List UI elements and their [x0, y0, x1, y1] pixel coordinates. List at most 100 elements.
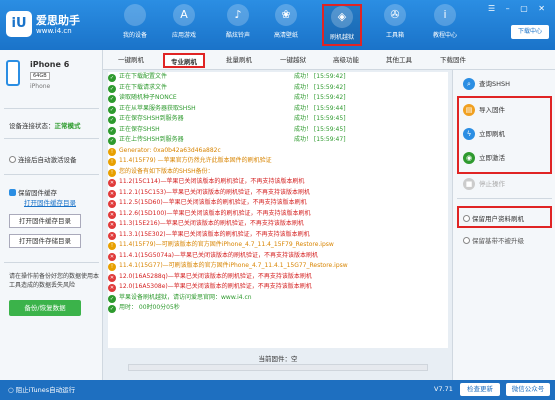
- nav-apple[interactable]: 我的设备: [115, 4, 155, 46]
- box-icon: ◈: [331, 6, 353, 28]
- log-text: 用时： 00时00分05秒: [119, 304, 180, 311]
- error-icon: ✕: [108, 252, 116, 261]
- anti-downgrade-label: 保留基带不被升级: [472, 237, 524, 245]
- download-center-button[interactable]: 下载中心: [511, 25, 549, 39]
- nav-box[interactable]: ◈ 刷机越狱: [322, 4, 362, 46]
- log-row: ✕ 11.2.6(15D100)—苹果已关闭该版本的刷机验证，不再支持该版本刷机: [108, 209, 448, 220]
- nav-label: 教程中心: [432, 32, 457, 39]
- connection-status: 设备连接状态：正常模式: [9, 120, 81, 130]
- logo-url: www.i4.cn: [36, 27, 72, 35]
- warning-icon: !: [108, 168, 116, 177]
- nav-flower[interactable]: ❀ 高清壁纸: [266, 4, 306, 46]
- log-text: 正在上传SHSH到服务器: [119, 136, 184, 143]
- activate-now-label: 立即激活: [479, 154, 505, 162]
- divider: [4, 138, 99, 139]
- status-value: 正常模式: [54, 122, 81, 130]
- keep-firmware-label: 保留固件缓存: [18, 189, 57, 197]
- checkbox-icon: [9, 189, 16, 196]
- log-row: ✕ 12.0(16A5288q)—苹果已关闭该版本的刷机验证，不再支持该版本刷机: [108, 272, 448, 283]
- window-controls[interactable]: ☰ – ▢ ✕: [488, 4, 549, 13]
- warning-icon: !: [108, 147, 116, 156]
- error-icon: ✕: [108, 179, 116, 187]
- wechat-button[interactable]: 微信公众号: [506, 383, 550, 396]
- log-text: 正在保存SHSH: [119, 125, 160, 133]
- tab-2[interactable]: 批量刷机: [219, 53, 259, 68]
- firmware-dir-link[interactable]: 打开固件缓存目录: [24, 197, 76, 207]
- tab-4[interactable]: 高级功能: [326, 53, 366, 68]
- flash-tabs: 一键刷机 专业刷机 批量刷机 一键越狱 高级功能 其他工具 下载固件: [103, 50, 555, 70]
- current-firmware: 当前固件：空: [258, 355, 298, 363]
- nav-bell[interactable]: ♪ 酷炫铃声: [218, 4, 258, 46]
- log-result: 成功！ [15:59:45]: [294, 125, 346, 133]
- check-icon: ✓: [108, 305, 116, 313]
- apps-icon: A: [173, 4, 195, 26]
- anti-downgrade-radio[interactable]: 保留基带不被升级: [463, 235, 524, 245]
- log-result: 成功！ [15:59:42]: [294, 94, 346, 101]
- device-name: iPhone 6: [30, 60, 70, 69]
- warning-icon: !: [108, 158, 116, 166]
- query-shsh-button[interactable]: ⌕ 查询SHSH: [463, 76, 510, 92]
- divider: [4, 108, 99, 109]
- log-row: ✓ 读取随机种子NONCE 成功！ [15:59:42]: [108, 93, 448, 104]
- log-text: 苹果设备刷机越狱，请访问爱思官网：www.i4.cn: [119, 293, 252, 301]
- log-panel: ✓ 正在下载配置文件 成功！ [15:59:42] ✓ 正在下载请求文件 成功！ [15:…: [108, 72, 448, 348]
- keep-data-label: 保留用户资料刷机: [472, 215, 524, 223]
- log-row: ✓ 用时： 00时00分05秒: [108, 303, 448, 314]
- log-text: 12.0(16A5288q)—苹果已关闭该版本的刷机验证，不再支持该版本刷机: [119, 272, 312, 280]
- import-firmware-button[interactable]: ▤ 导入固件: [463, 102, 505, 118]
- nav-wrench[interactable]: ✇ 工具箱: [375, 4, 415, 46]
- log-row: ✓ 正在保存SHSH 成功！ [15:59:45]: [108, 125, 448, 136]
- nav-label: 高清壁纸: [273, 32, 298, 39]
- log-row: ✕ 11.3(15E216)—苹果已关闭该版本的刷机验证，不再支持该版本刷机: [108, 219, 448, 230]
- apple-icon: [124, 4, 146, 26]
- nav-label: 我的设备: [122, 32, 147, 39]
- tab-5[interactable]: 其他工具: [379, 53, 419, 68]
- nav-apps[interactable]: A 应用游戏: [164, 4, 204, 46]
- nav-label: 刷机越狱: [329, 34, 354, 41]
- check-icon: ✓: [108, 116, 116, 124]
- error-icon: ✕: [108, 231, 116, 240]
- log-row: ✓ 正在保存SHSH到服务器 成功！ [15:59:45]: [108, 114, 448, 125]
- auto-activate-radio[interactable]: 连接后自动激活设备: [9, 154, 77, 164]
- log-text: 读取随机种子NONCE: [119, 94, 177, 101]
- warning-icon: !: [108, 263, 116, 271]
- log-result: 成功！ [15:59:42]: [294, 73, 346, 80]
- bolt-icon: ϟ: [463, 128, 475, 140]
- tab-6[interactable]: 下载固件: [433, 53, 473, 68]
- keep-firmware-checkbox[interactable]: 保留固件缓存: [9, 187, 57, 197]
- error-icon: ✕: [108, 273, 116, 282]
- block-itunes-toggle[interactable]: ○ 阻止iTunes自动运行: [8, 384, 75, 394]
- backup-hint: 请在操作前备份好您的数据使用本工具造成的数据丢失风险: [9, 273, 100, 289]
- log-text: 正在下载请求文件: [119, 83, 168, 91]
- activate-now-button[interactable]: ◉ 立即激活: [463, 150, 505, 166]
- log-text: 11.2(15C114)—苹果已关闭该版本的刷机验证，不再支持该版本刷机: [119, 178, 305, 185]
- keep-data-radio[interactable]: 保留用户资料刷机: [463, 213, 524, 223]
- flash-now-button[interactable]: ϟ 立即刷机: [463, 126, 505, 142]
- log-row: ✓ 正在下载配置文件 成功！ [15:59:42]: [108, 72, 448, 83]
- device-model: iPhone: [30, 83, 51, 90]
- log-row: ✕ 11.2(15C114)—苹果已关闭该版本的刷机验证，不再支持该版本刷机: [108, 177, 448, 188]
- tab-0[interactable]: 一键刷机: [111, 53, 151, 68]
- tab-1[interactable]: 专业刷机: [163, 53, 205, 68]
- warning-icon: !: [108, 242, 116, 250]
- log-row: ! 11.4.1(15G77)—可刷该版本的官方固件iPhone_4.7_11.4…: [108, 261, 448, 272]
- log-row: ✕ 11.2.5(15D60)—苹果已关闭该版本的刷机验证，不再支持该版本刷机: [108, 198, 448, 209]
- stop-icon: ■: [463, 178, 475, 190]
- bell-icon: ♪: [227, 4, 249, 26]
- top-bar: iU 爱思助手 www.i4.cn 我的设备 A 应用游戏 ♪ 酷炫铃声 ❀ 高清壁纸 ◈ 刷机…: [0, 0, 555, 50]
- check-update-button[interactable]: 检查更新: [460, 383, 500, 396]
- tab-3[interactable]: 一键越狱: [273, 53, 313, 68]
- log-text: 11.3(15E216)—苹果已关闭该版本的刷机验证，不再支持该版本刷机: [119, 220, 304, 227]
- backup-restore-button[interactable]: 备份/恢复数据: [9, 300, 81, 316]
- folder-icon: ▤: [463, 104, 475, 116]
- nav-info[interactable]: i 教程中心: [425, 4, 465, 46]
- version-label: V7.71: [434, 385, 453, 393]
- log-text: Generator: 0xa0b42a63d46a882c: [119, 146, 221, 154]
- stop-button[interactable]: ■ 停止操作: [463, 176, 505, 192]
- log-text: 11.4(15F79) —苹果官方仍然允许此版本固件的刷机验证: [119, 157, 272, 164]
- flower-icon: ❀: [275, 4, 297, 26]
- open-store-dir-button[interactable]: 打开固件存储目录: [9, 234, 81, 248]
- progress-bar: [128, 364, 428, 371]
- open-cache-dir-button[interactable]: 打开固件缓存目录: [9, 214, 81, 228]
- log-row: ✓ 苹果设备刷机越狱，请访问爱思官网：www.i4.cn: [108, 293, 448, 304]
